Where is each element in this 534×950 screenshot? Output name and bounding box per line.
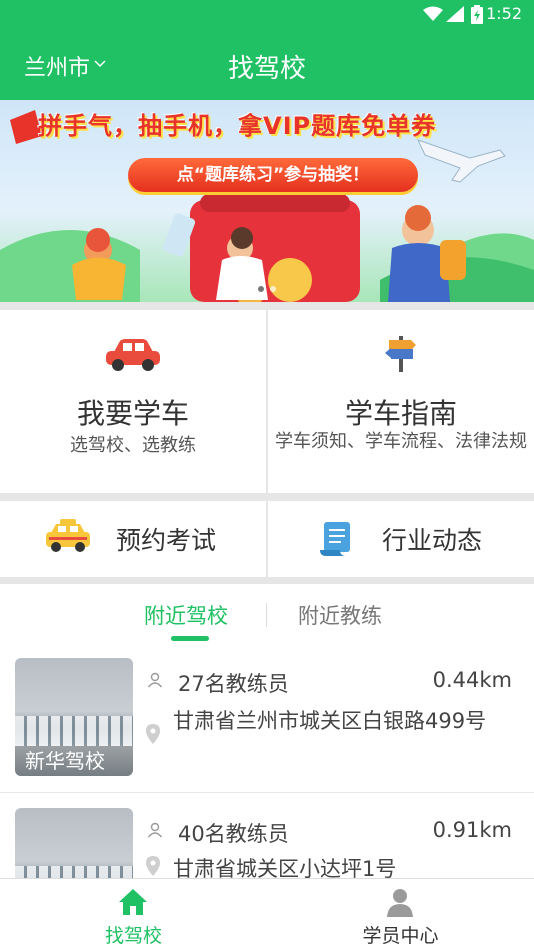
school-address: 甘肃省城关区小达坪1号 — [173, 857, 397, 878]
top-nav-bar: 兰州市 找驾校 — [0, 28, 534, 100]
learn-driving-title: 我要学车 — [76, 397, 189, 430]
distance: 0.91km — [432, 818, 512, 842]
driving-guide-subtitle: 学车须知、学车流程、法律法规 — [275, 431, 527, 452]
status-bar: 1:52 — [0, 0, 534, 28]
nearby-tabs: 附近驾校 附近教练 — [0, 584, 534, 644]
bottom-nav-label: 学员中心 — [362, 925, 439, 947]
book-exam-label: 预约考试 — [116, 526, 217, 555]
coach-count: 27名教练员 — [178, 672, 289, 696]
bottom-nav-label: 找驾校 — [104, 925, 162, 947]
list-divider — [0, 792, 534, 793]
school-thumbnail — [15, 808, 133, 878]
banner-dot — [258, 286, 264, 292]
tab-nearby-schools[interactable]: 附近驾校 — [144, 600, 228, 630]
industry-news-label: 行业动态 — [382, 526, 483, 555]
school-name: 新华驾校 — [15, 746, 133, 776]
location-pin-icon — [146, 724, 160, 744]
banner-headline: 拼手气，抽手机，拿VIP题库免单券 — [38, 112, 437, 140]
distance: 0.44km — [432, 668, 512, 692]
learn-driving-subtitle: 选驾校、选教练 — [70, 435, 196, 456]
bottom-nav-student-center[interactable]: 学员中心 — [267, 879, 534, 950]
banner-dot — [270, 286, 276, 292]
banner-cta: 点“题库练习”参与抽奖！ — [128, 158, 418, 192]
wifi-icon — [423, 6, 443, 21]
coach-count: 40名教练员 — [178, 822, 289, 846]
banner-pager — [0, 277, 534, 296]
industry-news-card[interactable]: 行业动态 — [268, 501, 534, 577]
taxi-icon — [46, 519, 90, 552]
book-exam-card[interactable]: 预约考试 — [0, 501, 266, 577]
home-icon — [119, 889, 147, 915]
school-list-item[interactable]: 40名教练员 0.91km 甘肃省城关区小达坪1号 — [0, 808, 534, 878]
person-icon — [147, 672, 163, 688]
car-icon — [106, 339, 160, 371]
section-divider — [0, 302, 534, 310]
thumbnail-photo — [15, 866, 133, 878]
tab-separator — [266, 603, 267, 627]
promo-banner[interactable]: 拼手气，抽手机，拿VIP题库免单券 点“题库练习”参与抽奖！ — [0, 100, 534, 302]
school-address: 甘肃省兰州市城关区白银路499号 — [173, 709, 487, 733]
learn-driving-card[interactable]: 我要学车 选驾校、选教练 — [0, 310, 266, 493]
thumbnail-photo — [15, 716, 133, 746]
driving-guide-card[interactable]: 学车指南 学车须知、学车流程、法律法规 — [268, 310, 534, 493]
active-tab-indicator — [171, 636, 209, 641]
location-pin-icon — [146, 856, 160, 876]
signal-icon — [446, 6, 464, 22]
school-thumbnail: 新华驾校 — [15, 658, 133, 776]
bottom-nav: 找驾校 学员中心 — [0, 878, 534, 950]
scroll-icon — [320, 522, 350, 556]
clock: 1:52 — [486, 4, 522, 23]
section-divider — [0, 577, 534, 584]
person-icon — [147, 822, 163, 838]
battery-icon — [471, 5, 483, 24]
driving-guide-title: 学车指南 — [344, 397, 457, 430]
bottom-nav-find-school[interactable]: 找驾校 — [0, 879, 267, 950]
user-icon — [387, 889, 413, 917]
section-divider — [0, 493, 534, 501]
tab-nearby-coaches[interactable]: 附近教练 — [298, 600, 382, 630]
page-title: 找驾校 — [227, 54, 306, 84]
school-list-item[interactable]: 新华驾校 27名教练员 0.44km 甘肃省兰州市城关区白银路499号 — [0, 658, 534, 784]
signpost-icon — [385, 336, 416, 372]
